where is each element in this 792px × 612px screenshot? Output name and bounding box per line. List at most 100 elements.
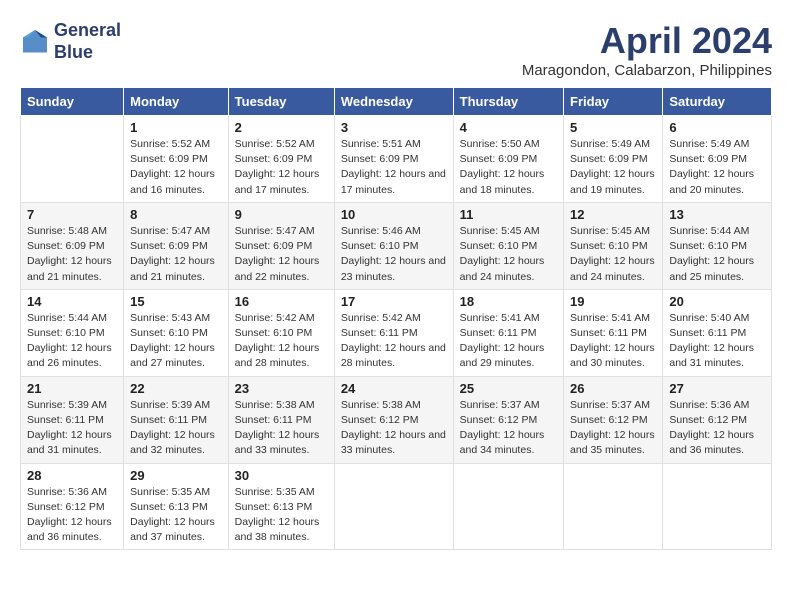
day-info: Sunrise: 5:45 AMSunset: 6:10 PMDaylight:… [570,224,656,285]
day-info: Sunrise: 5:39 AMSunset: 6:11 PMDaylight:… [27,398,117,459]
header-cell-thursday: Thursday [453,88,563,116]
day-number: 2 [235,120,328,135]
day-info: Sunrise: 5:44 AMSunset: 6:10 PMDaylight:… [669,224,765,285]
month-title: April 2024 [522,20,772,62]
week-row-2: 7 Sunrise: 5:48 AMSunset: 6:09 PMDaylight… [21,202,772,289]
calendar-cell: 3 Sunrise: 5:51 AMSunset: 6:09 PMDaylight… [334,116,453,203]
calendar-cell [21,116,124,203]
calendar-cell: 25 Sunrise: 5:37 AMSunset: 6:12 PMDayligh… [453,376,563,463]
header-cell-monday: Monday [124,88,229,116]
day-info: Sunrise: 5:48 AMSunset: 6:09 PMDaylight:… [27,224,117,285]
day-number: 17 [341,294,447,309]
location-title: Maragondon, Calabarzon, Philippines [522,62,772,79]
logo-icon [20,27,50,57]
day-number: 14 [27,294,117,309]
day-info: Sunrise: 5:37 AMSunset: 6:12 PMDaylight:… [460,398,557,459]
day-info: Sunrise: 5:47 AMSunset: 6:09 PMDaylight:… [130,224,222,285]
day-info: Sunrise: 5:52 AMSunset: 6:09 PMDaylight:… [235,137,328,198]
day-number: 30 [235,468,328,483]
day-number: 26 [570,381,656,396]
calendar-cell: 17Sunrise: 5:42 AMSunset: 6:11 PMDayligh… [334,289,453,376]
calendar-cell [663,463,772,550]
calendar-cell: 15 Sunrise: 5:43 AMSunset: 6:10 PMDayligh… [124,289,229,376]
day-info: Sunrise: 5:50 AMSunset: 6:09 PMDaylight:… [460,137,557,198]
calendar-cell: 20 Sunrise: 5:40 AMSunset: 6:11 PMDayligh… [663,289,772,376]
calendar-cell: 9Sunrise: 5:47 AMSunset: 6:09 PMDaylight… [228,202,334,289]
header-cell-friday: Friday [564,88,663,116]
calendar-cell: 27Sunrise: 5:36 AMSunset: 6:12 PMDayligh… [663,376,772,463]
day-number: 1 [130,120,222,135]
calendar-cell: 16Sunrise: 5:42 AMSunset: 6:10 PMDayligh… [228,289,334,376]
week-row-1: 1 Sunrise: 5:52 AMSunset: 6:09 PMDaylight… [21,116,772,203]
calendar-cell: 26 Sunrise: 5:37 AMSunset: 6:12 PMDayligh… [564,376,663,463]
day-info: Sunrise: 5:41 AMSunset: 6:11 PMDaylight:… [570,311,656,372]
title-block: April 2024 Maragondon, Calabarzon, Phili… [522,20,772,79]
day-info: Sunrise: 5:49 AMSunset: 6:09 PMDaylight:… [669,137,765,198]
day-number: 6 [669,120,765,135]
day-number: 24 [341,381,447,396]
day-number: 23 [235,381,328,396]
logo-text: General Blue [54,20,121,63]
calendar-cell [334,463,453,550]
day-number: 25 [460,381,557,396]
week-row-4: 21 Sunrise: 5:39 AMSunset: 6:11 PMDayligh… [21,376,772,463]
calendar-cell: 14 Sunrise: 5:44 AMSunset: 6:10 PMDayligh… [21,289,124,376]
day-number: 20 [669,294,765,309]
day-info: Sunrise: 5:37 AMSunset: 6:12 PMDaylight:… [570,398,656,459]
day-info: Sunrise: 5:38 AMSunset: 6:12 PMDaylight:… [341,398,447,459]
day-number: 13 [669,207,765,222]
calendar-cell: 10Sunrise: 5:46 AMSunset: 6:10 PMDayligh… [334,202,453,289]
calendar-cell: 8Sunrise: 5:47 AMSunset: 6:09 PMDaylight… [124,202,229,289]
calendar-table: SundayMondayTuesdayWednesdayThursdayFrid… [20,87,772,550]
calendar-cell: 1 Sunrise: 5:52 AMSunset: 6:09 PMDaylight… [124,116,229,203]
week-row-3: 14 Sunrise: 5:44 AMSunset: 6:10 PMDayligh… [21,289,772,376]
day-info: Sunrise: 5:52 AMSunset: 6:09 PMDaylight:… [130,137,222,198]
day-info: Sunrise: 5:43 AMSunset: 6:10 PMDaylight:… [130,311,222,372]
day-info: Sunrise: 5:38 AMSunset: 6:11 PMDaylight:… [235,398,328,459]
week-row-5: 28Sunrise: 5:36 AMSunset: 6:12 PMDayligh… [21,463,772,550]
header-cell-tuesday: Tuesday [228,88,334,116]
calendar-cell: 21 Sunrise: 5:39 AMSunset: 6:11 PMDayligh… [21,376,124,463]
day-number: 18 [460,294,557,309]
calendar-cell: 5Sunrise: 5:49 AMSunset: 6:09 PMDaylight… [564,116,663,203]
calendar-cell: 23 Sunrise: 5:38 AMSunset: 6:11 PMDayligh… [228,376,334,463]
day-number: 21 [27,381,117,396]
day-number: 4 [460,120,557,135]
calendar-cell: 4 Sunrise: 5:50 AMSunset: 6:09 PMDaylight… [453,116,563,203]
day-info: Sunrise: 5:42 AMSunset: 6:10 PMDaylight:… [235,311,328,372]
calendar-cell: 18 Sunrise: 5:41 AMSunset: 6:11 PMDayligh… [453,289,563,376]
day-number: 27 [669,381,765,396]
day-number: 3 [341,120,447,135]
logo: General Blue [20,20,121,63]
day-number: 7 [27,207,117,222]
calendar-cell: 6 Sunrise: 5:49 AMSunset: 6:09 PMDaylight… [663,116,772,203]
header-row: SundayMondayTuesdayWednesdayThursdayFrid… [21,88,772,116]
day-info: Sunrise: 5:41 AMSunset: 6:11 PMDaylight:… [460,311,557,372]
day-info: Sunrise: 5:40 AMSunset: 6:11 PMDaylight:… [669,311,765,372]
day-info: Sunrise: 5:35 AMSunset: 6:13 PMDaylight:… [130,485,222,546]
calendar-cell: 24 Sunrise: 5:38 AMSunset: 6:12 PMDayligh… [334,376,453,463]
day-number: 11 [460,207,557,222]
calendar-cell: 12Sunrise: 5:45 AMSunset: 6:10 PMDayligh… [564,202,663,289]
calendar-cell: 28Sunrise: 5:36 AMSunset: 6:12 PMDayligh… [21,463,124,550]
day-number: 28 [27,468,117,483]
day-number: 29 [130,468,222,483]
day-number: 5 [570,120,656,135]
day-info: Sunrise: 5:51 AMSunset: 6:09 PMDaylight:… [341,137,447,198]
calendar-cell [564,463,663,550]
day-number: 15 [130,294,222,309]
day-number: 19 [570,294,656,309]
calendar-cell: 19 Sunrise: 5:41 AMSunset: 6:11 PMDayligh… [564,289,663,376]
day-info: Sunrise: 5:35 AMSunset: 6:13 PMDaylight:… [235,485,328,546]
calendar-cell: 11Sunrise: 5:45 AMSunset: 6:10 PMDayligh… [453,202,563,289]
header-cell-sunday: Sunday [21,88,124,116]
header-cell-wednesday: Wednesday [334,88,453,116]
day-info: Sunrise: 5:44 AMSunset: 6:10 PMDaylight:… [27,311,117,372]
calendar-cell: 22Sunrise: 5:39 AMSunset: 6:11 PMDayligh… [124,376,229,463]
calendar-cell: 7 Sunrise: 5:48 AMSunset: 6:09 PMDaylight… [21,202,124,289]
calendar-cell [453,463,563,550]
day-info: Sunrise: 5:47 AMSunset: 6:09 PMDaylight:… [235,224,328,285]
calendar-cell: 13 Sunrise: 5:44 AMSunset: 6:10 PMDayligh… [663,202,772,289]
page-header: General Blue April 2024 Maragondon, Cala… [20,20,772,79]
header-cell-saturday: Saturday [663,88,772,116]
